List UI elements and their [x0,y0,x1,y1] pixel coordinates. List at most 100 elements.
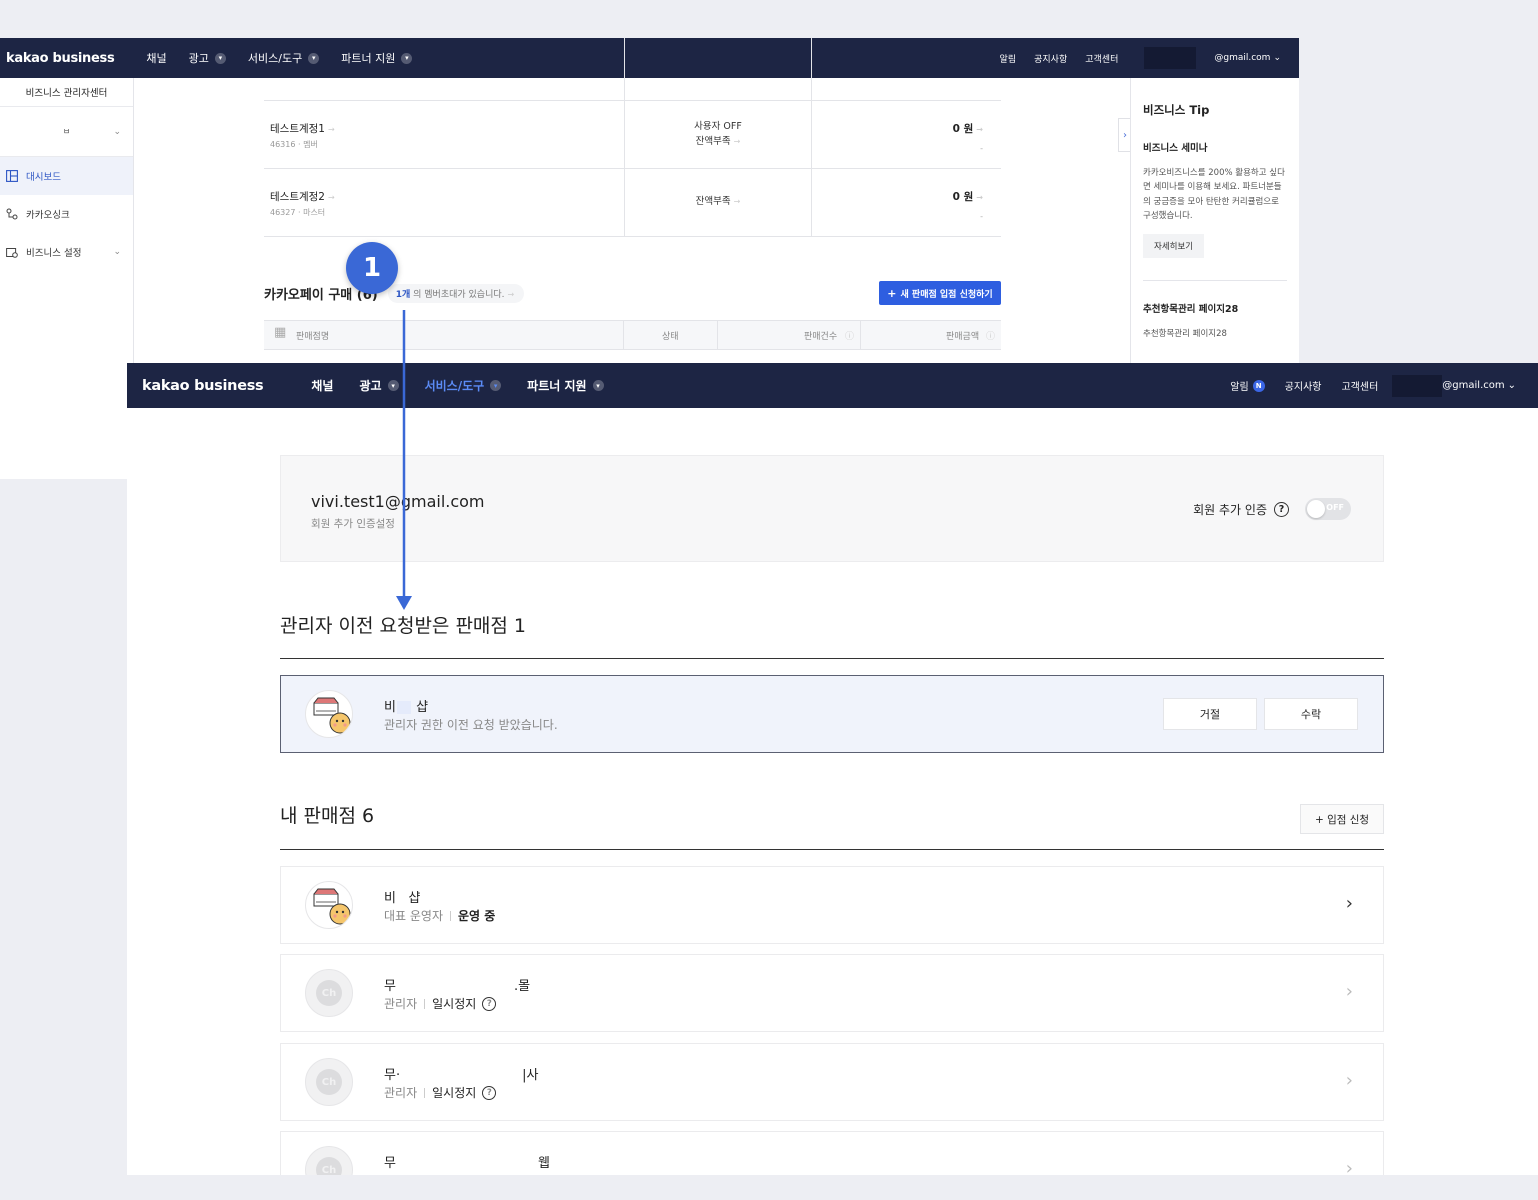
reject-button[interactable]: 거절 [1163,698,1257,730]
store-avatar [305,881,353,929]
nav-right: 알림 공지사항 고객센터 @gmail.com ⌄ [982,47,1299,69]
sidebar-item-dashboard[interactable]: 대시보드 [0,157,133,195]
additional-auth-label: 회원 추가 인증 [1193,502,1267,517]
plus-icon: + [887,286,897,300]
store-status: 일시정지 [432,1086,477,1100]
status-cell [624,38,812,100]
help-icon[interactable]: ? [482,1085,497,1100]
new-store-apply-button[interactable]: + 새 판매점 입점 신청하기 [879,281,1001,305]
arrow-right-icon: → [327,125,335,134]
chevron-right-icon: › [1345,1158,1353,1175]
chevron-down-icon: ⌄ [113,247,121,257]
toggle-knob [1307,500,1325,518]
account-name-cell[interactable]: 테스트계정2 → 46327 · 마스터 [270,189,335,218]
store-row[interactable]: 비 샵 대표 운영자 운영 중 › [280,866,1384,944]
more-button[interactable]: 자세히보기 [1143,233,1205,258]
channel-avatar: Ch [305,969,353,1017]
nav-item-ads[interactable]: 광고 ▾ [359,377,399,394]
help-icon[interactable]: ? [1274,501,1289,517]
chevron-down-icon: ⌄ [113,126,121,137]
table-row[interactable]: 테스트계정2 → 46327 · 마스터 잔액부족 → 0 원 → - [264,169,1001,237]
arrow-right-icon: → [976,125,983,134]
store-meta: 관리자 일시정지? [384,995,497,1012]
store-status: 일시정지 [432,997,477,1011]
join-apply-button[interactable]: + 입점 신청 [1300,804,1384,834]
account-name-cell[interactable]: 테스트계정1 → 46316 · 멤버 [270,121,335,150]
help-icon: ⓘ [845,332,855,342]
transfer-request-row: 비 샵 관리자 권한 이전 요청 받았습니다. 거절 수락 [280,675,1384,753]
amount-cell: 0 원 → - [952,123,983,153]
channel-icon: Ch [316,1069,342,1095]
chevron-down-icon: ⌄ [1507,380,1516,391]
nav-item-services[interactable]: 서비스/도구 ▾ [425,377,502,394]
section-divider [280,849,1384,850]
accept-button[interactable]: 수락 [1264,698,1358,730]
account-menu[interactable]: @gmail.com ⌄ [1126,47,1281,69]
sidebar: 비즈니스 관리자센터 ㅂ ⌄ 대시보드 카카오싱크 비즈니스 설정 ⌄ [0,78,134,479]
nav-item-channel[interactable]: 채널 [146,50,166,66]
divider [1143,279,1287,281]
chevron-right-icon: › [1345,893,1353,914]
recommend-title: 추천항목관리 페이지28 [1143,303,1239,315]
nav-item-channel[interactable]: 채널 [311,377,333,394]
announcements-link[interactable]: 공지사항 [1285,378,1322,393]
store-logo-icon [313,697,351,734]
store-row[interactable]: Ch 무· |사 관리자 일시정지? › [280,1043,1384,1121]
my-stores-title: 내 판매점 6 [280,805,375,827]
business-selector[interactable]: ㅂ ⌄ [0,107,133,157]
column-header: 판매금액 [946,332,980,342]
store-row[interactable]: Ch 무웹 › [280,1131,1384,1175]
seminar-text: 카카오비즈니스를 200% 활용하고 싶다면 세미나를 이용해 보세요. 파트너… [1143,168,1285,222]
support-link[interactable]: 고객센터 [1085,52,1118,65]
account-subtitle: 회원 추가 인증설정 [311,518,395,530]
top-nav: kakao business 채널 광고 ▾ 서비스/도구 ▾ 파트너 지원 ▾ 알림… [127,363,1538,408]
column-header: 판매건수 [804,332,838,342]
arrow-right-icon: → [507,290,515,299]
nav-item-ads[interactable]: 광고 ▾ [189,50,226,66]
redacted-name [396,701,411,714]
column-divider [860,321,861,350]
chevron-down-icon: ▾ [490,380,502,391]
announcements-link[interactable]: 공지사항 [1034,52,1067,65]
chevron-right-icon: › [1345,981,1353,1002]
notice-link[interactable]: 알림 [1000,52,1017,65]
chevron-down-icon: ⌄ [1273,53,1281,63]
account-menu[interactable]: @gmail.com ⌄ [1392,374,1516,397]
status-cell: 사용자 OFF 잔액부족 → [624,101,812,168]
store-row[interactable]: Ch 무 .몰 관리자 일시정지? › [280,954,1384,1032]
column-divider [717,321,718,350]
separator [424,998,426,1009]
recommend-text[interactable]: 추천항목관리 페이지28 [1143,327,1287,339]
sidebar-item-business-settings[interactable]: 비즈니스 설정 ⌄ [0,233,133,271]
transfer-section-title: 관리자 이전 요청받은 판매점 1 [280,615,527,637]
table-row[interactable]: 테스트계정1 → 46316 · 멤버 사용자 OFF 잔액부족 → 0 원 → - [264,101,1001,169]
sidebar-item-kakaosync[interactable]: 카카오싱크 [0,195,133,233]
kakaopay-table-header: ▦ 판매점명 상태 판매건수 ⓘ 판매금액 ⓘ [264,320,1001,350]
email-suffix: @gmail.com [1442,380,1505,391]
additional-auth-toggle[interactable]: OFF [1305,498,1351,520]
arrow-right-icon: → [733,197,741,207]
help-icon[interactable]: ? [482,996,497,1011]
transfer-message: 관리자 권한 이전 요청 받았습니다. [384,718,558,732]
support-link[interactable]: 고객센터 [1341,378,1378,393]
kakao-business-logo[interactable]: kakao business [6,51,115,66]
notice-link[interactable]: 알림 N [1230,378,1265,393]
store-avatar [305,690,353,738]
store-name: 무 .몰 [384,979,531,994]
invite-notice[interactable]: 1개 의 멤버초대가 있습니다. → [387,284,525,303]
toggle-label: OFF [1326,503,1344,512]
store-status: 운영 중 [458,909,496,923]
redacted-email [1392,374,1443,397]
kakao-business-logo[interactable]: kakao business [142,378,264,394]
status-cell: 잔액부족 → [624,169,812,236]
nav-item-partner[interactable]: 파트너 지원 ▾ [527,377,604,394]
sidebar-item-label: 카카오싱크 [26,210,70,221]
column-divider [623,321,624,350]
seminar-title: 비즈니스 세미나 [1143,143,1208,154]
nav-right: 알림 N 공지사항 고객센터 @gmail.com ⌄ [1210,374,1538,397]
store-role: 대표 운영자 [384,909,444,923]
sidebar-item-label: 비즈니스 설정 [26,248,82,259]
kakaopay-title: 카카오페이 구매 (6) 1개 의 멤버초대가 있습니다. → [264,284,525,303]
settings-icon [6,248,18,258]
store-meta: 대표 운영자 운영 중 [384,907,495,924]
